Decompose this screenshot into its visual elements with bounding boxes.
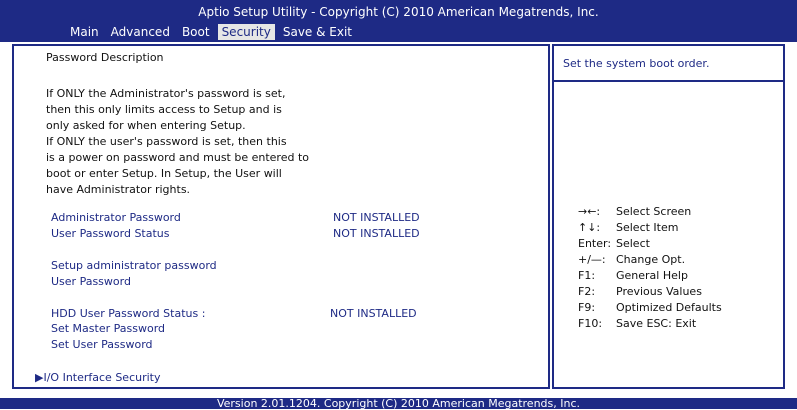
key-action: Optimized Defaults — [616, 301, 722, 314]
set-master-password-item[interactable]: Set Master Password — [51, 322, 165, 335]
description-line: is a power on password and must be enter… — [46, 151, 309, 164]
key-action: Select — [616, 237, 650, 250]
description-line: If ONLY the user's password is set, then… — [46, 135, 287, 148]
key-action: Select Screen — [616, 205, 692, 218]
administrator-password-label: Administrator Password — [51, 211, 181, 224]
set-user-password-item[interactable]: Set User Password — [51, 338, 153, 351]
tab-save-exit[interactable]: Save & Exit — [279, 24, 356, 40]
key-label: F9: — [578, 301, 596, 314]
key-action: General Help — [616, 269, 688, 282]
security-settings-panel: Password Description If ONLY the Adminis… — [12, 44, 550, 389]
user-password-status-value: NOT INSTALLED — [333, 227, 420, 240]
password-description-title: Password Description — [46, 51, 164, 64]
item-help-text: Set the system boot order. — [563, 57, 710, 70]
key-label: +/—: — [578, 253, 606, 266]
description-line: If ONLY the Administrator's password is … — [46, 87, 286, 100]
description-line: boot or enter Setup. In Setup, the User … — [46, 167, 282, 180]
hdd-user-password-status-value: NOT INSTALLED — [330, 307, 417, 320]
key-action: Previous Values — [616, 285, 702, 298]
up-down-arrows-icon: ↑↓: — [578, 221, 601, 234]
key-label: Enter: — [578, 237, 612, 250]
tab-advanced[interactable]: Advanced — [107, 24, 174, 40]
left-right-arrows-icon: →←: — [578, 205, 601, 218]
user-password-status-label: User Password Status — [51, 227, 170, 240]
help-panel: Set the system boot order. →←: Select Sc… — [552, 44, 785, 389]
description-line: then this only limits access to Setup an… — [46, 103, 282, 116]
help-divider — [554, 80, 783, 82]
description-line: only asked for when entering Setup. — [46, 119, 246, 132]
io-interface-security-item[interactable]: ▶I/O Interface Security — [35, 371, 161, 384]
title-bar: Aptio Setup Utility - Copyright (C) 2010… — [0, 0, 797, 42]
key-label: F1: — [578, 269, 596, 282]
bios-title: Aptio Setup Utility - Copyright (C) 2010… — [198, 5, 599, 19]
footer-bar: Version 2.01.1204. Copyright (C) 2010 Am… — [0, 398, 797, 409]
user-password-item[interactable]: User Password — [51, 275, 131, 288]
tab-boot[interactable]: Boot — [178, 24, 214, 40]
menu-tabs: Main Advanced Boot Security Save & Exit — [66, 24, 360, 40]
setup-administrator-password-item[interactable]: Setup administrator password — [51, 259, 217, 272]
tab-main[interactable]: Main — [66, 24, 103, 40]
key-action: Select Item — [616, 221, 679, 234]
hdd-user-password-status-label: HDD User Password Status : — [51, 307, 206, 320]
key-label: F2: — [578, 285, 596, 298]
description-line: have Administrator rights. — [46, 183, 191, 196]
bios-setup-screen: Aptio Setup Utility - Copyright (C) 2010… — [0, 0, 797, 409]
password-description-text: If ONLY the Administrator's password is … — [46, 86, 309, 198]
key-action: Change Opt. — [616, 253, 686, 266]
administrator-password-status: NOT INSTALLED — [333, 211, 420, 224]
footer-version: Version 2.01.1204. Copyright (C) 2010 Am… — [216, 397, 581, 410]
io-interface-security-label: I/O Interface Security — [43, 371, 161, 384]
key-label: F10: — [578, 317, 603, 330]
tab-security[interactable]: Security — [217, 24, 275, 40]
key-action: Save ESC: Exit — [616, 317, 697, 330]
